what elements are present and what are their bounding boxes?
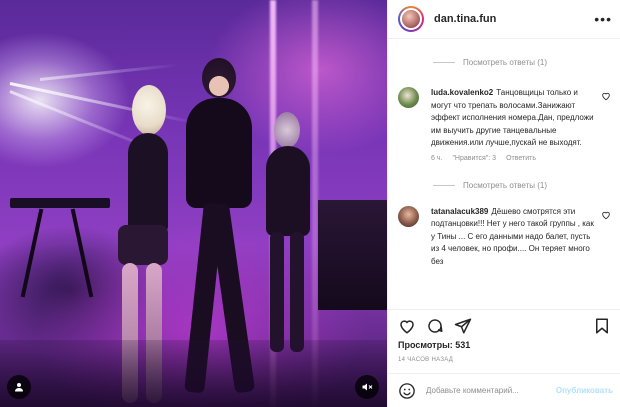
comment-input[interactable] xyxy=(426,386,556,395)
avatar[interactable] xyxy=(398,87,419,108)
keyboard-stand xyxy=(20,208,44,298)
comment-author-link[interactable]: tatanalacuk389 xyxy=(431,207,488,216)
stage-equipment xyxy=(318,200,387,310)
comment-time[interactable]: 6 ч. xyxy=(431,153,442,166)
post-timestamp: 14 ЧАСОВ НАЗАД xyxy=(398,357,454,363)
sound-muted-icon[interactable] xyxy=(355,375,379,399)
comment-meta: 6 ч. "Нравится": 3 Ответить xyxy=(431,153,597,166)
emoji-icon[interactable] xyxy=(398,382,416,400)
comment-item: tatanalacuk389 Дёшево смотрятся эти подта… xyxy=(388,205,620,269)
keyboard-stand xyxy=(70,208,94,298)
stage-light-beam xyxy=(39,63,180,81)
username-link[interactable]: dan.tina.fun xyxy=(434,13,594,25)
comment-item: luda.kovalenko2 Танцовщицы только и могут… xyxy=(388,87,620,166)
view-replies-button[interactable]: Посмотреть ответы (1) xyxy=(433,58,620,67)
comment-composer: Опубликовать xyxy=(388,373,620,407)
more-horizontal-icon[interactable]: ••• xyxy=(594,11,612,27)
heart-icon[interactable] xyxy=(601,91,611,101)
user-tag-icon[interactable] xyxy=(7,375,31,399)
heart-icon[interactable] xyxy=(601,210,611,220)
view-count[interactable]: Просмотры: 531 xyxy=(398,340,470,350)
view-replies-button[interactable]: Посмотреть ответы (1) xyxy=(433,181,620,190)
comment-author-link[interactable]: luda.kovalenko2 xyxy=(431,88,493,97)
comments-list[interactable]: Посмотреть ответы (1) luda.kovalenko2 Тан… xyxy=(388,40,620,309)
comment-likes[interactable]: "Нравится": 3 xyxy=(452,153,496,166)
avatar[interactable] xyxy=(398,205,419,227)
reply-button[interactable]: Ответить xyxy=(506,153,536,166)
avatar[interactable] xyxy=(398,6,424,32)
post-video[interactable] xyxy=(0,0,387,407)
post-header: dan.tina.fun ••• xyxy=(388,0,620,39)
post-actions xyxy=(388,309,620,341)
post-side-panel: dan.tina.fun ••• Посмотреть ответы (1) l… xyxy=(387,0,620,407)
share-send-icon[interactable] xyxy=(454,317,472,335)
like-heart-icon[interactable] xyxy=(398,317,416,335)
bookmark-icon[interactable] xyxy=(593,317,611,335)
keyboard-instrument xyxy=(10,198,110,208)
stage-floor xyxy=(0,340,387,407)
comment-icon[interactable] xyxy=(426,317,444,335)
publish-button[interactable]: Опубликовать xyxy=(556,386,613,395)
